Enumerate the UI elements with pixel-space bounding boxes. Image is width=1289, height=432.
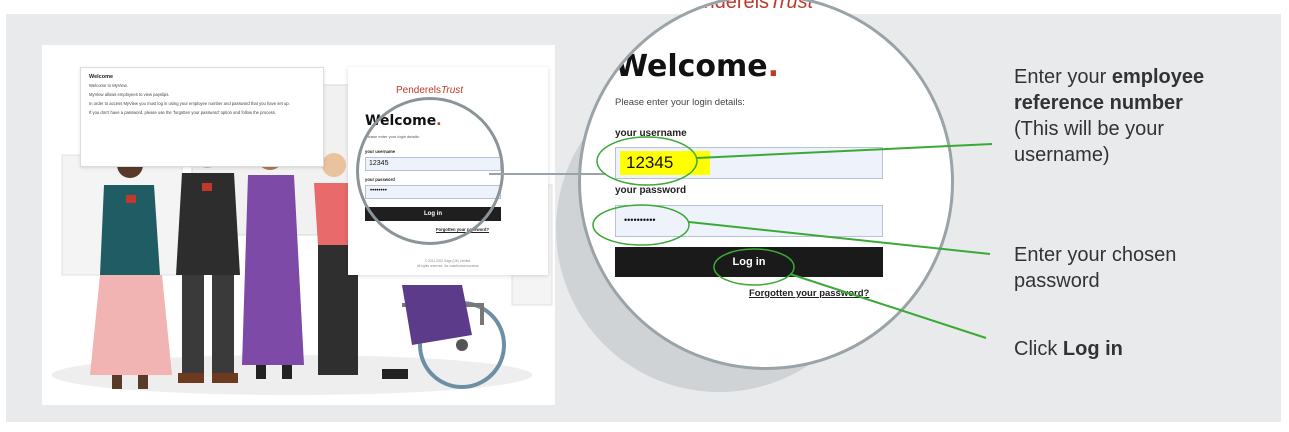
login-callout-line — [789, 273, 987, 339]
annotation-text: Enter your — [1014, 66, 1112, 88]
annotation-text: Click — [1014, 338, 1063, 360]
login-annotation: Click Log in — [1014, 336, 1123, 362]
annotation-bold-text: reference number — [1014, 92, 1183, 114]
annotation-text: Enter your chosen — [1014, 244, 1177, 266]
annotation-text: (This will be your — [1014, 118, 1165, 140]
username-annotation: Enter your employee reference number (Th… — [1014, 64, 1204, 168]
annotation-bold-text: employee — [1111, 66, 1205, 88]
annotation-text: username) — [1014, 144, 1110, 166]
username-highlight-oval — [596, 136, 698, 186]
password-annotation: Enter your chosen password — [1014, 242, 1176, 294]
annotation-bold-text: Log in — [1062, 338, 1123, 360]
password-callout-line — [688, 221, 991, 255]
login-button-highlight-oval — [713, 248, 795, 286]
annotation-text: password — [1014, 270, 1100, 292]
password-highlight-oval — [592, 204, 690, 246]
username-callout-line — [696, 143, 993, 159]
